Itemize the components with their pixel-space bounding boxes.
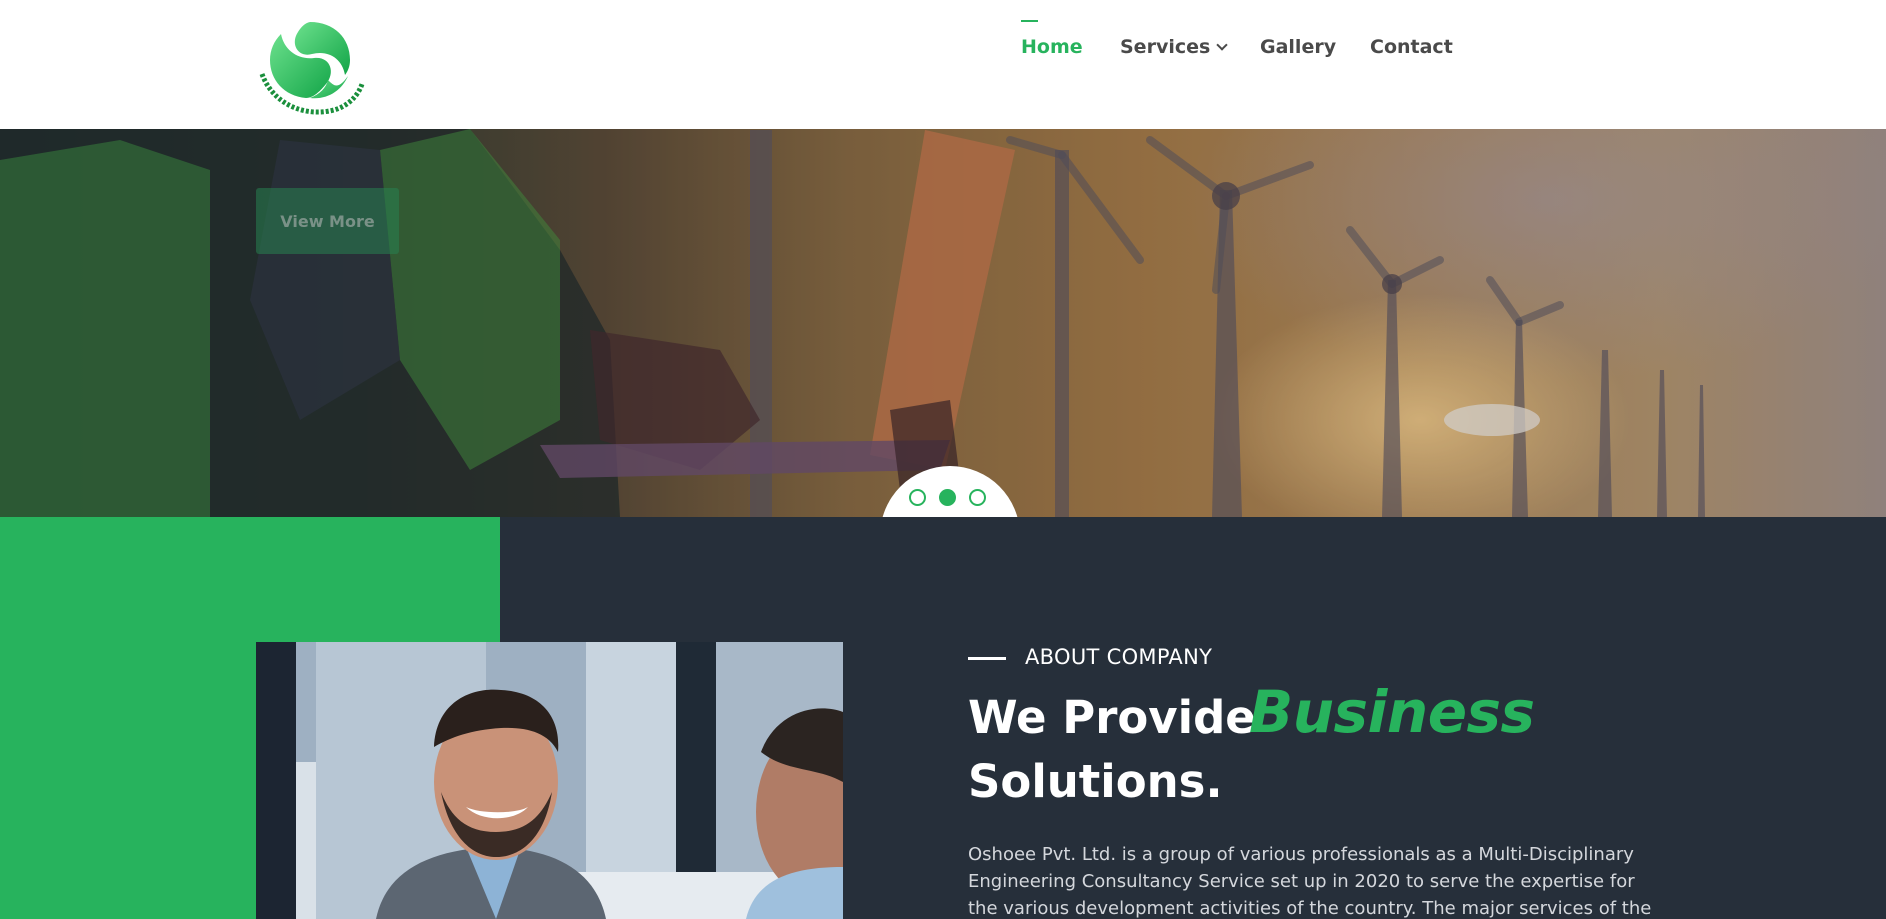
about-heading-accent: Business bbox=[1249, 678, 1535, 746]
slider-dot-2[interactable] bbox=[939, 489, 956, 506]
view-more-button[interactable]: View More bbox=[256, 188, 399, 254]
about-heading-prefix: We Provide bbox=[968, 691, 1256, 744]
about-heading-suffix: Solutions. bbox=[968, 755, 1223, 808]
nav-contact[interactable]: Contact bbox=[1370, 36, 1453, 58]
about-description: Oshoee Pvt. Ltd. is a group of various p… bbox=[968, 844, 1652, 919]
about-photo bbox=[256, 642, 843, 919]
nav-gallery[interactable]: Gallery bbox=[1260, 36, 1336, 58]
company-logo[interactable] bbox=[254, 14, 369, 119]
nav-services-label: Services bbox=[1120, 36, 1211, 58]
chevron-down-icon bbox=[1216, 39, 1228, 51]
about-section-label: ABOUT COMPANY bbox=[1025, 645, 1213, 669]
nav-home[interactable]: Home bbox=[1021, 36, 1083, 58]
about-label-dash bbox=[968, 657, 1006, 660]
site-header: Home Services Gallery Contact bbox=[0, 0, 1886, 129]
slider-dot-1[interactable] bbox=[909, 489, 926, 506]
nav-services[interactable]: Services bbox=[1120, 36, 1228, 58]
nav-active-indicator bbox=[1021, 20, 1038, 22]
slider-dot-3[interactable] bbox=[969, 489, 986, 506]
